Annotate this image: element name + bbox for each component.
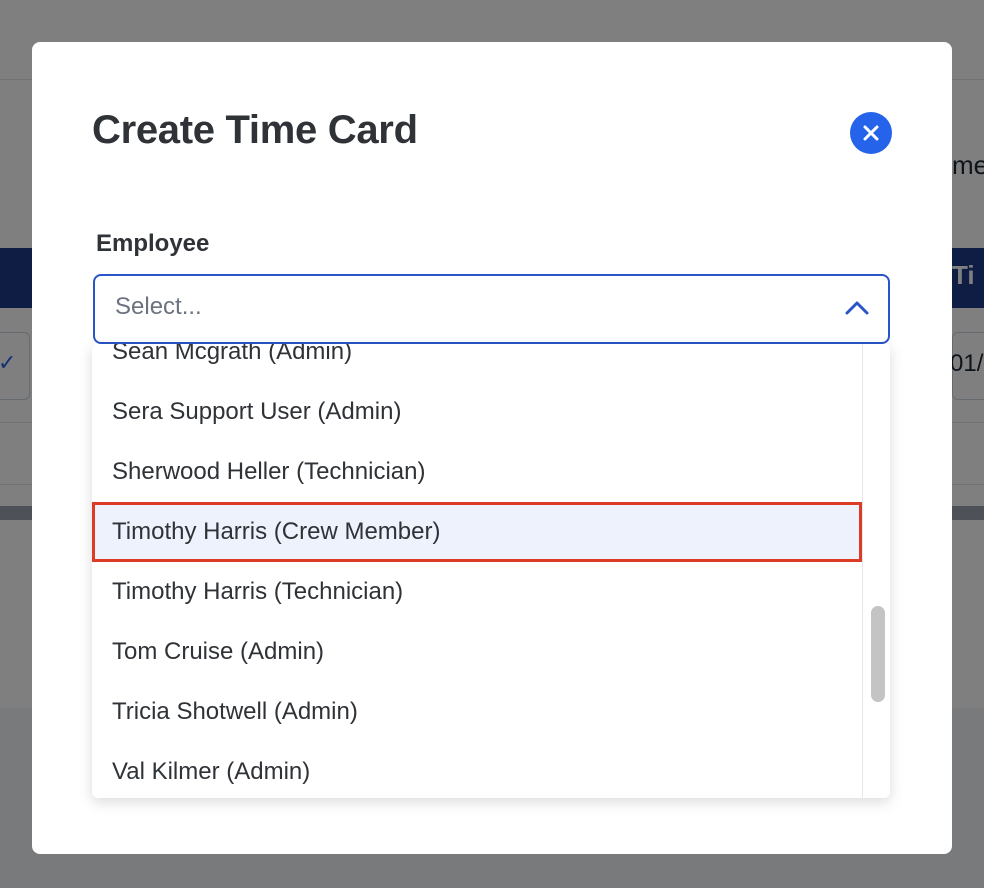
employee-option[interactable]: Timothy Harris (Technician) xyxy=(92,562,862,622)
employee-dropdown-menu[interactable]: Sean Mcgrath (Admin) Sera Support User (… xyxy=(92,344,890,798)
employee-option-focused[interactable]: Timothy Harris (Crew Member) xyxy=(92,502,862,562)
employee-option[interactable]: Sera Support User (Admin) xyxy=(92,382,862,442)
employee-option[interactable]: Sean Mcgrath (Admin) xyxy=(92,344,862,382)
close-icon xyxy=(863,125,879,141)
close-button[interactable] xyxy=(850,112,892,154)
chevron-up-icon[interactable] xyxy=(844,298,870,316)
dropdown-scrollbar-thumb[interactable] xyxy=(871,606,885,702)
create-time-card-modal: Create Time Card Employee Select... Sean… xyxy=(32,42,952,854)
employee-select[interactable]: Select... xyxy=(93,274,890,344)
employee-label: Employee xyxy=(96,230,210,257)
employee-option[interactable]: Sherwood Heller (Technician) xyxy=(92,442,862,502)
employee-option-list: Sean Mcgrath (Admin) Sera Support User (… xyxy=(92,344,862,798)
dropdown-scrollbar[interactable] xyxy=(862,344,890,798)
employee-select-placeholder: Select... xyxy=(115,293,202,320)
employee-option[interactable]: Tricia Shotwell (Admin) xyxy=(92,682,862,742)
modal-title: Create Time Card xyxy=(92,108,418,152)
employee-option[interactable]: Val Kilmer (Admin) xyxy=(92,742,862,798)
employee-option[interactable]: Tom Cruise (Admin) xyxy=(92,622,862,682)
